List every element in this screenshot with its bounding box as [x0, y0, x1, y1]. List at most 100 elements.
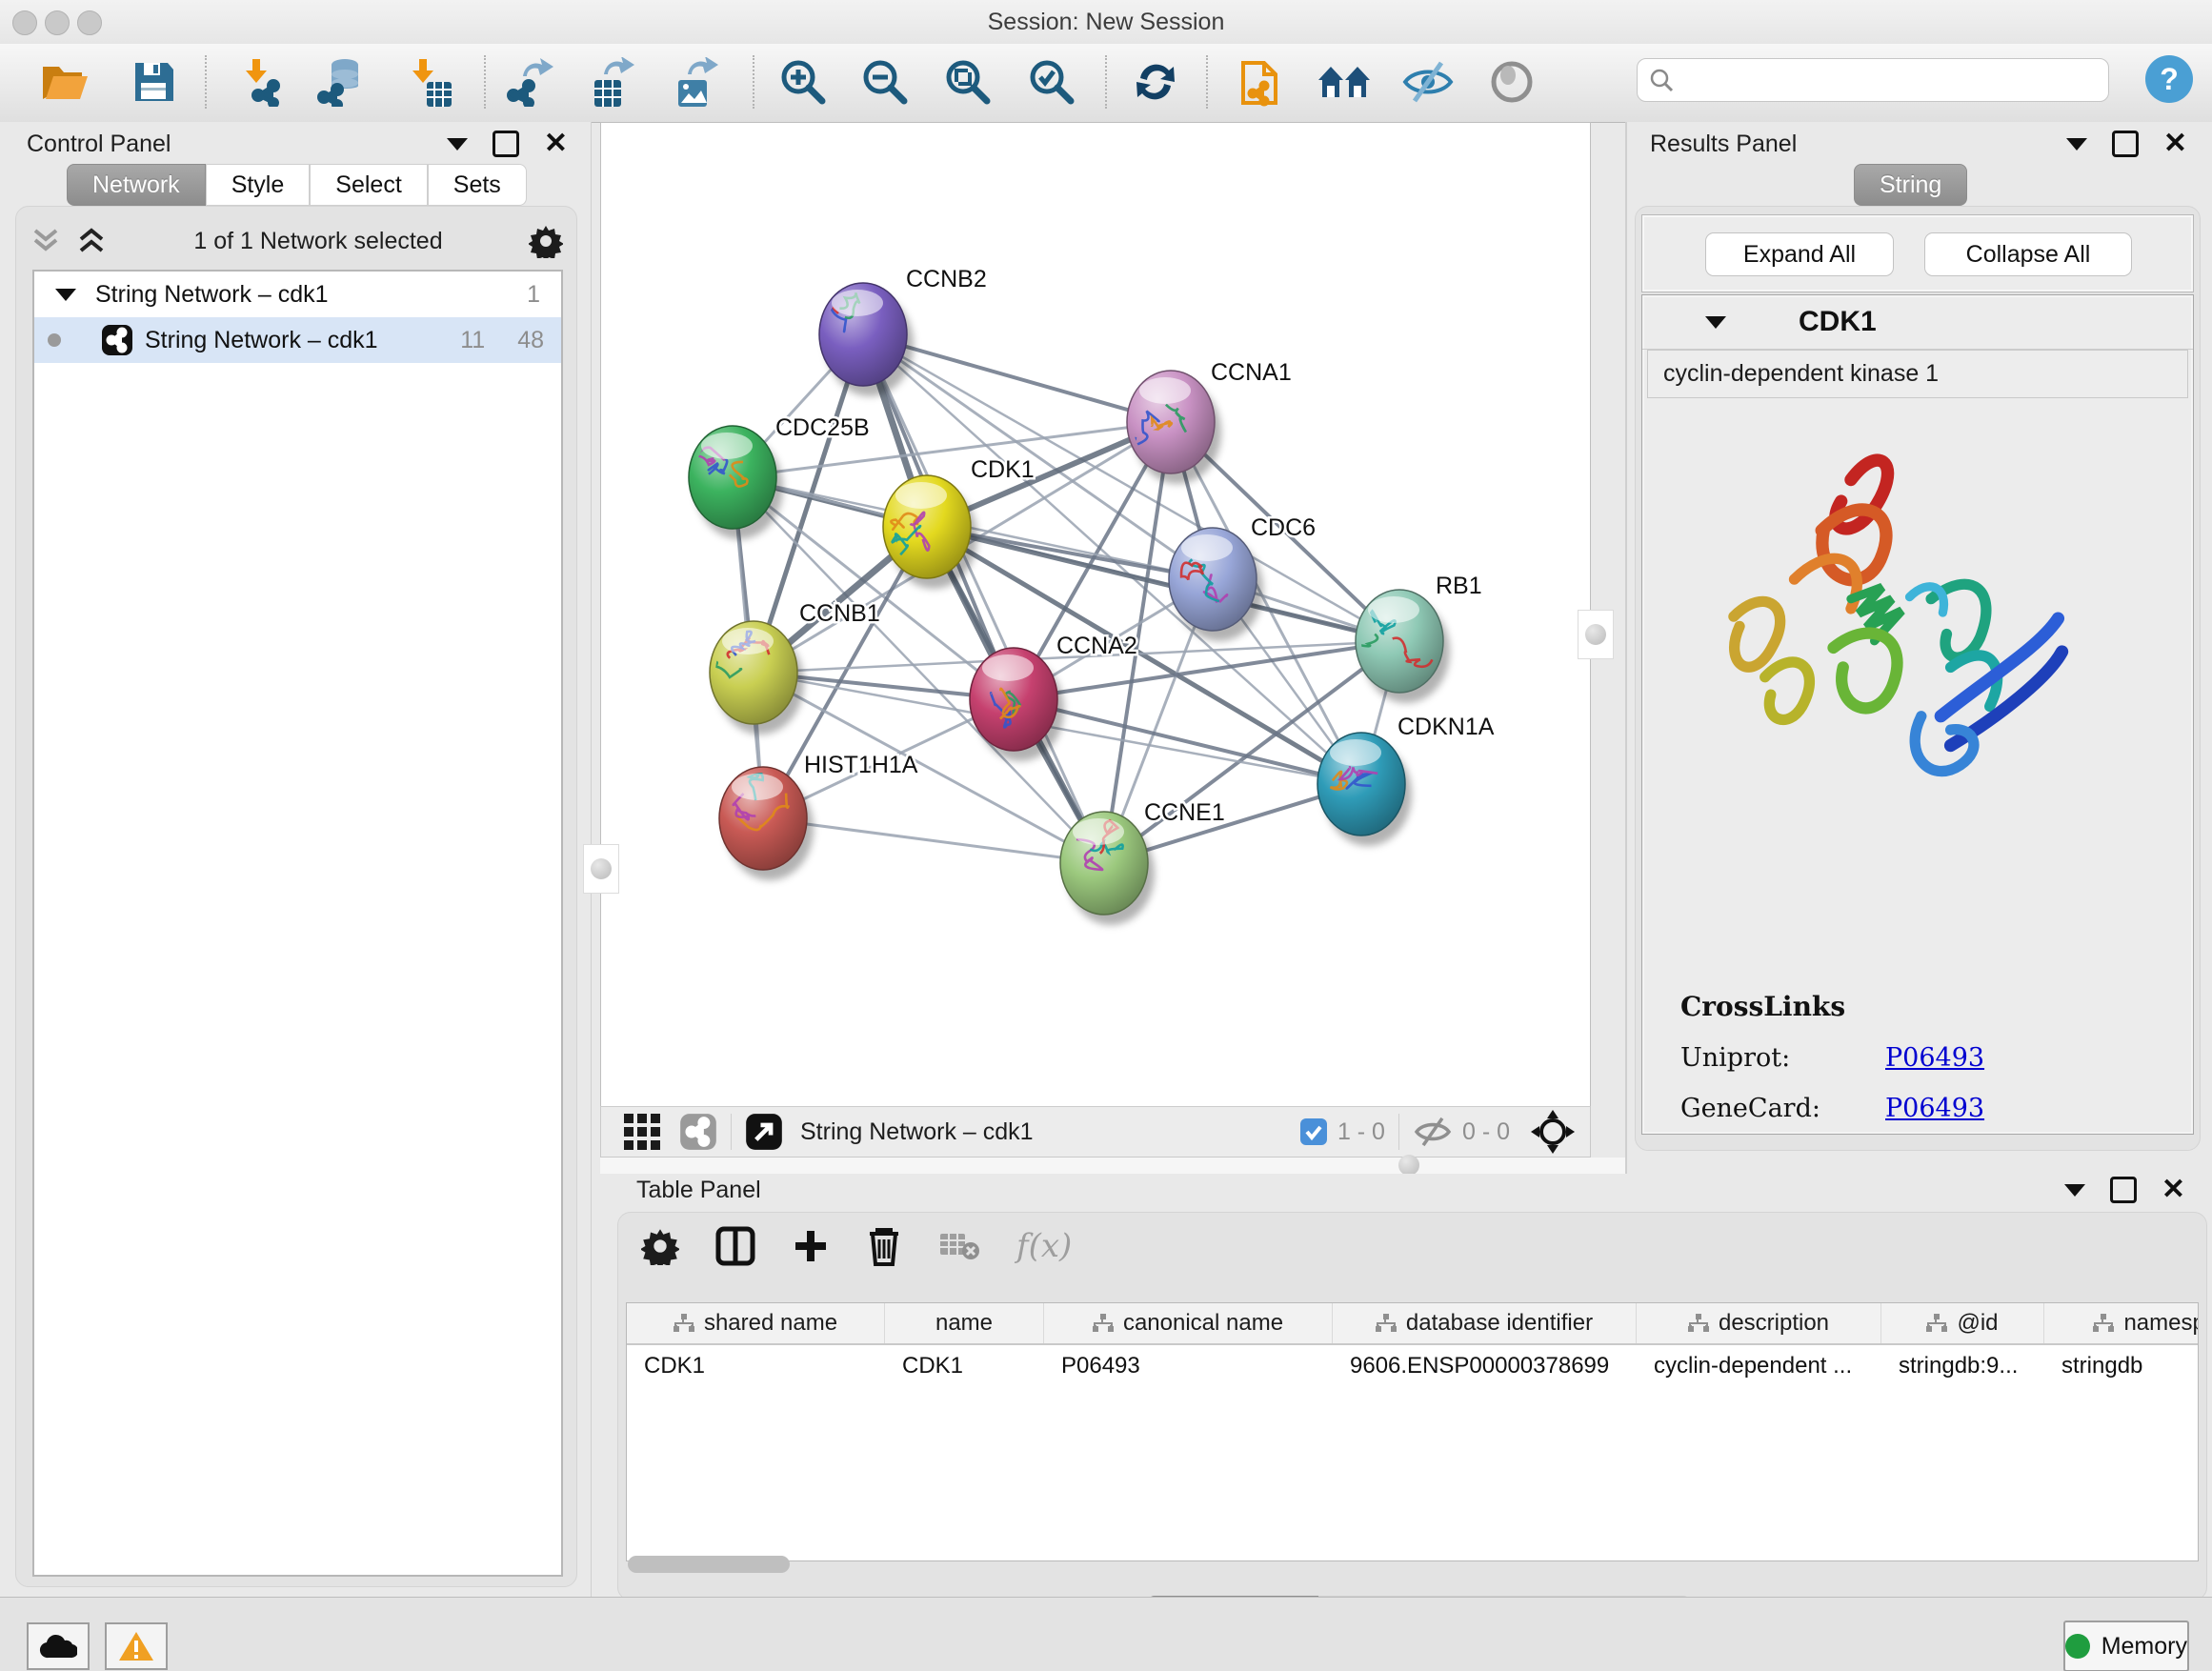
node-count: 11: [460, 327, 485, 354]
node-label-CCNE1: CCNE1: [1144, 799, 1225, 826]
close-panel-icon[interactable]: ✕: [2163, 130, 2187, 158]
export-table-button[interactable]: [583, 51, 642, 112]
crosslinks-heading: CrossLinks: [1680, 991, 2194, 1022]
title-bar: Session: New Session: [0, 0, 2212, 45]
column-header-database-identifier[interactable]: database identifier: [1333, 1303, 1637, 1343]
refresh-layout-button[interactable]: [1126, 51, 1185, 112]
cloud-button[interactable]: [27, 1622, 90, 1670]
home-button[interactable]: [1315, 51, 1374, 112]
import-table-button[interactable]: [400, 51, 459, 112]
add-column-icon[interactable]: [792, 1227, 830, 1265]
network-node-CCNA1[interactable]: [1127, 371, 1215, 473]
column-header-description[interactable]: description: [1637, 1303, 1881, 1343]
network-node-CDKN1A[interactable]: [1317, 733, 1405, 836]
network-view-canvas[interactable]: CCNB2CCNA1CDC25BCDK1CDC6RB1CCNB1CCNA2CDK…: [600, 122, 1591, 1107]
column-header-@id[interactable]: @id: [1881, 1303, 2044, 1343]
grid-view-icon[interactable]: [622, 1112, 662, 1152]
horizontal-scrollbar[interactable]: [626, 1554, 2199, 1575]
tab-style[interactable]: Style: [206, 164, 311, 206]
tree-expand-icon[interactable]: [55, 289, 76, 301]
gene-collapse-icon[interactable]: [1705, 316, 1726, 329]
column-header-namespace[interactable]: namespace: [2044, 1303, 2199, 1343]
right-splitter-handle[interactable]: [1578, 610, 1614, 659]
table-panel-title: Table Panel: [636, 1177, 761, 1204]
hide-panel-button[interactable]: [1398, 51, 1458, 112]
function-builder-icon[interactable]: f(x): [1016, 1227, 1072, 1265]
export-image-icon: [673, 57, 720, 107]
float-panel-icon[interactable]: [2112, 131, 2139, 157]
network-row[interactable]: String Network – cdk1 11 48: [34, 317, 561, 363]
cloud-icon: [39, 1633, 77, 1660]
zoom-fit-button[interactable]: [938, 51, 997, 112]
birdseye-crosshair-icon[interactable]: [1531, 1110, 1575, 1154]
crosslink-link[interactable]: P06493: [1885, 1043, 2194, 1073]
zoom-out-button[interactable]: [855, 51, 915, 112]
scrollbar-thumb[interactable]: [628, 1556, 790, 1573]
results-panel: Results Panel ✕ String Expand All Collap…: [1625, 122, 2212, 1174]
delete-column-icon[interactable]: [866, 1226, 902, 1266]
network-node-CCNB1[interactable]: [707, 621, 798, 724]
column-header-shared-name[interactable]: shared name: [627, 1303, 885, 1343]
hidden-eye-icon[interactable]: [1413, 1116, 1453, 1148]
export-image-button[interactable]: [667, 51, 726, 112]
expand-all-icon[interactable]: [75, 227, 108, 255]
collapse-all-button[interactable]: Collapse All: [1924, 232, 2132, 276]
network-view-toolbar: String Network – cdk1 1 - 0 0 - 0: [600, 1106, 1591, 1158]
memory-button[interactable]: Memory: [2063, 1621, 2189, 1671]
close-panel-icon[interactable]: ✕: [2162, 1176, 2185, 1204]
collapse-panel-icon[interactable]: [2066, 138, 2087, 151]
network-node-CDK1[interactable]: [883, 475, 971, 578]
edge-count: 48: [517, 327, 544, 354]
delete-table-icon[interactable]: [938, 1230, 980, 1262]
import-database-button[interactable]: [312, 51, 371, 112]
left-splitter-handle[interactable]: [583, 844, 619, 894]
selected-count: 1 - 0: [1337, 1118, 1385, 1146]
expand-all-button[interactable]: Expand All: [1705, 232, 1894, 276]
share-file-button[interactable]: [1232, 51, 1291, 112]
inspect-button[interactable]: [1482, 51, 1541, 112]
selected-checkbox-icon[interactable]: [1299, 1117, 1328, 1146]
open-session-button[interactable]: [35, 51, 94, 112]
network-node-CCNB2[interactable]: [798, 283, 907, 386]
tab-network[interactable]: Network: [67, 164, 206, 206]
float-panel-icon[interactable]: [2110, 1177, 2137, 1203]
columns-icon[interactable]: [715, 1226, 755, 1266]
import-network-button[interactable]: [233, 51, 292, 112]
gene-header-row[interactable]: CDK1: [1642, 295, 2193, 350]
network-node-CCNA2[interactable]: [970, 648, 1057, 751]
network-node-HIST1H1A[interactable]: [719, 767, 807, 870]
memory-label: Memory: [2101, 1633, 2187, 1661]
export-network-icon: [506, 57, 553, 107]
share-view-icon[interactable]: [679, 1113, 717, 1151]
network-tree: String Network – cdk1 1 String Network –…: [32, 270, 563, 1577]
search-input[interactable]: [1637, 58, 2109, 102]
network-node-CDC25B[interactable]: [689, 426, 776, 529]
zoom-out-icon: [860, 57, 910, 107]
crosslink-link[interactable]: P06493: [1885, 1094, 2194, 1123]
network-view-title: String Network – cdk1: [800, 1118, 1034, 1146]
collapse-all-icon[interactable]: [30, 227, 62, 255]
tab-string[interactable]: String: [1854, 164, 1967, 206]
gear-icon[interactable]: [529, 224, 563, 258]
splitter-handle[interactable]: [1398, 1155, 1419, 1176]
open-external-icon[interactable]: [745, 1113, 783, 1151]
tab-sets[interactable]: Sets: [428, 164, 527, 206]
collapse-panel-icon[interactable]: [447, 138, 468, 151]
table-gear-icon[interactable]: [641, 1227, 679, 1265]
zoom-selected-button[interactable]: [1022, 51, 1081, 112]
float-panel-icon[interactable]: [493, 131, 519, 157]
collapse-panel-icon[interactable]: [2064, 1184, 2085, 1197]
table-row[interactable]: CDK1CDK1P064939606.ENSP00000378699cyclin…: [627, 1345, 2198, 1387]
export-network-button[interactable]: [500, 51, 559, 112]
close-panel-icon[interactable]: ✕: [544, 130, 568, 158]
network-node-CDC6[interactable]: [1169, 528, 1257, 631]
save-session-button[interactable]: [124, 51, 183, 112]
warning-button[interactable]: [105, 1622, 168, 1670]
help-button[interactable]: ?: [2145, 55, 2193, 103]
network-node-CCNE1[interactable]: [1060, 812, 1148, 915]
zoom-in-button[interactable]: [774, 51, 833, 112]
tab-select[interactable]: Select: [310, 164, 427, 206]
network-collection-row[interactable]: String Network – cdk1 1: [34, 272, 561, 317]
column-header-canonical-name[interactable]: canonical name: [1044, 1303, 1333, 1343]
column-header-name[interactable]: name: [885, 1303, 1044, 1343]
